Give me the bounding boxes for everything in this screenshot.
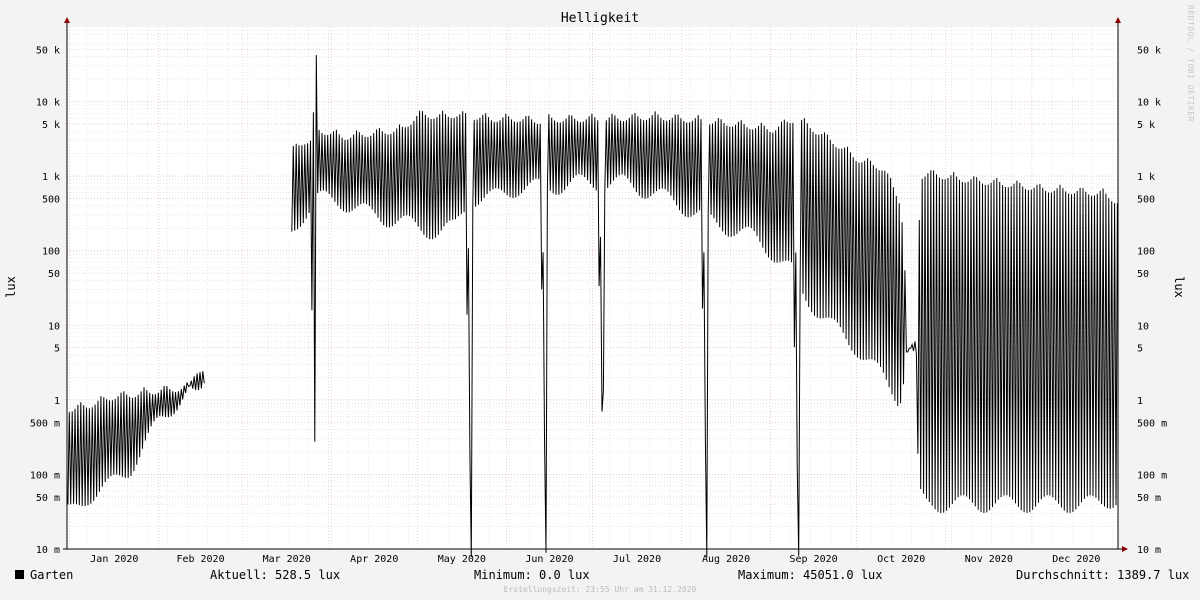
brightness-chart: 10 m 10 m 50 m 50 m 100 m 100 m 500 m 500 m 1 1 5 5… xyxy=(30,17,1167,565)
chart-title: Helligkeit xyxy=(560,11,640,26)
y-tick-label-left: 100 xyxy=(42,247,60,258)
y-tick-label-left: 5 k xyxy=(42,120,60,131)
x-tick-label: May 2020 xyxy=(438,554,486,565)
y-tick-label-right: 1 xyxy=(1137,396,1143,407)
y-tick-label-left: 1 xyxy=(54,396,60,407)
y-tick-label-right: 100 xyxy=(1137,247,1155,258)
y-tick-label-left: 5 xyxy=(54,344,60,355)
y-tick-label-right: 10 k xyxy=(1137,98,1161,109)
y-tick-label-left: 10 xyxy=(48,321,60,332)
y-tick-label-right: 5 k xyxy=(1137,120,1155,131)
legend-swatch xyxy=(15,570,24,579)
y-tick-label-left: 100 m xyxy=(30,470,60,481)
y-tick-label-left: 50 k xyxy=(36,45,60,56)
y-tick-label-right: 50 k xyxy=(1137,45,1161,56)
y-tick-label-right: 10 xyxy=(1137,321,1149,332)
x-tick-label: Apr 2020 xyxy=(350,554,398,565)
x-tick-label: Jul 2020 xyxy=(613,554,661,565)
legend-current: Aktuell: 528.5 lux xyxy=(210,568,341,582)
y-tick-label-left: 10 m xyxy=(36,545,60,556)
creation-time-footer: Erstellungszeit: 23:55 Uhr am 31.12.2020 xyxy=(503,585,697,594)
legend-maximum: Maximum: 45051.0 lux xyxy=(738,568,883,582)
x-tick-label: Oct 2020 xyxy=(877,554,925,565)
legend-series-name: Garten xyxy=(30,568,74,582)
y-tick-label-left: 1 k xyxy=(42,172,60,183)
x-tick-label: Dec 2020 xyxy=(1052,554,1100,565)
legend-minimum: Minimum: 0.0 lux xyxy=(474,568,590,582)
rrdtool-watermark: RRDTOOL / TOBI OETIKER xyxy=(1186,5,1195,122)
x-tick-label: Aug 2020 xyxy=(702,554,750,565)
x-tick-label: Feb 2020 xyxy=(176,554,224,565)
x-tick-label: Mar 2020 xyxy=(263,554,311,565)
x-tick-label: Jun 2020 xyxy=(525,554,573,565)
y-tick-label-left: 500 xyxy=(42,195,60,206)
chart-root: 10 m 10 m 50 m 50 m 100 m 100 m 500 m 500 m 1 1 5 5… xyxy=(0,0,1200,600)
y-tick-label-left: 10 k xyxy=(36,98,60,109)
y-tick-label-right: 1 k xyxy=(1137,172,1155,183)
y-tick-label-left: 50 m xyxy=(36,493,60,504)
y-tick-label-right: 10 m xyxy=(1137,545,1161,556)
y-tick-label-left: 500 m xyxy=(30,418,60,429)
y-tick-label-left: 50 xyxy=(48,269,60,280)
x-axis-arrow xyxy=(1122,546,1128,552)
y-tick-label-right: 500 m xyxy=(1137,418,1167,429)
y-tick-label-right: 50 m xyxy=(1137,493,1161,504)
x-tick-label: Nov 2020 xyxy=(965,554,1013,565)
y-tick-label-right: 500 xyxy=(1137,195,1155,206)
y-tick-label-right: 5 xyxy=(1137,344,1143,355)
y-tick-label-right: 100 m xyxy=(1137,470,1167,481)
x-tick-label: Sep 2020 xyxy=(790,554,838,565)
legend-average: Durchschnitt: 1389.7 lux xyxy=(1016,568,1190,582)
y-axis-label-left: lux xyxy=(4,276,18,298)
y-axis-label-right: lux xyxy=(1172,276,1186,298)
x-tick-label: Jan 2020 xyxy=(90,554,138,565)
legend: Garten Aktuell: 528.5 lux Minimum: 0.0 l… xyxy=(0,568,1200,584)
y-tick-label-right: 50 xyxy=(1137,269,1149,280)
